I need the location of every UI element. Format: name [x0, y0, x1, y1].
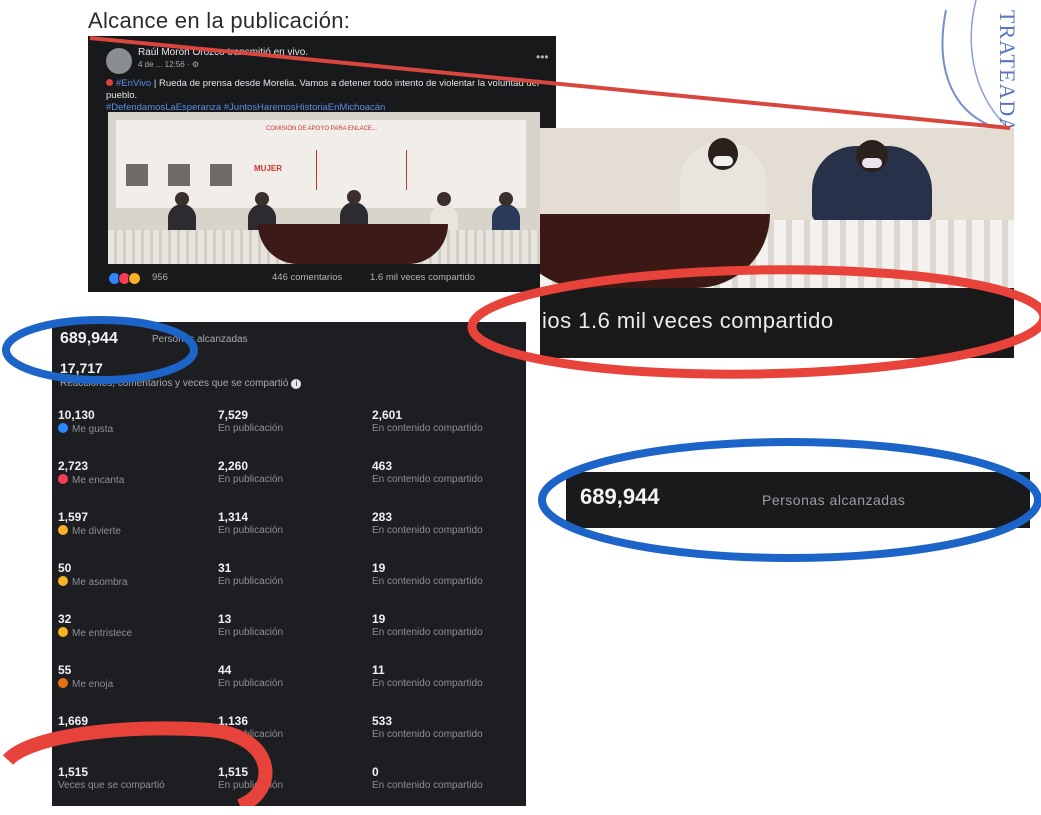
blue-circle-reach	[2, 316, 198, 384]
red-circle-shared-count	[2, 721, 273, 806]
red-connector-line	[89, 36, 1011, 130]
red-circle-shares	[467, 265, 1041, 379]
blue-circle-reach-zoom	[538, 438, 1041, 562]
annotation-overlay	[2, 36, 1041, 806]
